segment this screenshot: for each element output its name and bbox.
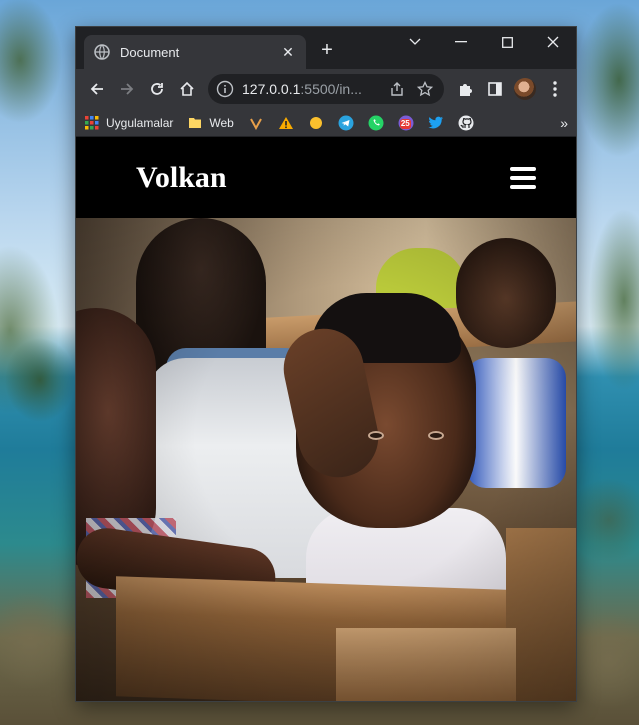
site-logo[interactable]: Volkan [136, 161, 510, 195]
info-icon[interactable] [216, 80, 234, 98]
url-host: 127.0.0.1 [242, 81, 301, 97]
bookmark-circle[interactable] [308, 115, 324, 131]
avatar [514, 78, 536, 100]
minimize-button[interactable] [438, 27, 484, 57]
share-icon[interactable] [386, 78, 408, 100]
hamburger-menu-icon[interactable] [510, 166, 536, 189]
whatsapp-icon [368, 115, 384, 131]
menu-button[interactable] [540, 74, 570, 104]
github-icon [458, 115, 474, 131]
kebab-menu-icon [553, 81, 557, 97]
calendar-badge: 25 [399, 118, 411, 129]
reload-button[interactable] [142, 74, 172, 104]
title-bar: Document ✕ + [76, 27, 576, 69]
warning-icon [278, 115, 294, 131]
tab-title: Document [120, 44, 180, 60]
maximize-button[interactable] [484, 27, 530, 57]
circle-icon [308, 115, 324, 131]
bookmark-whatsapp[interactable] [368, 115, 384, 131]
side-panel-icon [488, 82, 502, 96]
browser-window: Document ✕ + 127.0.0.1:5500/in... Uygula… [75, 26, 577, 702]
hero-vignette [76, 218, 576, 701]
vivaldi-icon [248, 115, 264, 131]
arrow-left-icon [90, 83, 103, 95]
new-tab-button[interactable]: + [316, 39, 338, 61]
forward-button[interactable] [112, 74, 142, 104]
window-controls [392, 27, 576, 57]
calendar-icon: 25 [398, 115, 414, 131]
folder-icon [187, 115, 203, 131]
browser-toolbar: 127.0.0.1:5500/in... [76, 69, 576, 109]
chevron-double-right-icon[interactable]: » [560, 115, 568, 131]
home-icon [180, 81, 194, 96]
home-button[interactable] [172, 74, 202, 104]
apps-grid-icon [84, 115, 100, 131]
side-panel-button[interactable] [480, 74, 510, 104]
bookmark-twitter[interactable] [428, 115, 444, 131]
tab-search-icon[interactable] [392, 27, 438, 57]
twitter-icon [428, 115, 444, 131]
bookmark-github[interactable] [458, 115, 474, 131]
star-icon[interactable] [414, 78, 436, 100]
url-path: :5500/in... [300, 81, 362, 97]
hamburger-line [510, 175, 536, 180]
tab-document[interactable]: Document ✕ [84, 35, 306, 69]
close-tab-icon[interactable]: ✕ [280, 44, 296, 61]
puzzle-icon [460, 84, 472, 96]
page-viewport: Volkan [76, 137, 576, 701]
bookmarks-bar: Uygulamalar Web 25 » [76, 109, 576, 137]
close-window-button[interactable] [530, 27, 576, 57]
back-button[interactable] [82, 74, 112, 104]
address-bar[interactable]: 127.0.0.1:5500/in... [208, 74, 444, 104]
hero-image [76, 218, 576, 701]
bookmark-vivaldi[interactable] [248, 115, 264, 131]
telegram-icon [338, 115, 354, 131]
reload-icon [151, 83, 163, 95]
hamburger-line [510, 166, 536, 171]
bookmark-telegram[interactable] [338, 115, 354, 131]
arrow-right-icon [121, 83, 134, 95]
extensions-button[interactable] [450, 74, 480, 104]
globe-icon [94, 44, 110, 60]
bookmark-warning[interactable] [278, 115, 294, 131]
bookmark-label: Web [209, 115, 234, 130]
wallpaper-tree-right [569, 0, 639, 725]
url-text: 127.0.0.1:5500/in... [242, 81, 380, 97]
bookmark-label: Uygulamalar [106, 115, 174, 130]
bookmark-calendar[interactable]: 25 [398, 115, 414, 131]
bookmark-apps[interactable]: Uygulamalar [84, 115, 173, 131]
site-header: Volkan [76, 137, 576, 218]
bookmark-web[interactable]: Web [187, 115, 234, 131]
hamburger-line [510, 184, 536, 189]
profile-button[interactable] [510, 74, 540, 104]
